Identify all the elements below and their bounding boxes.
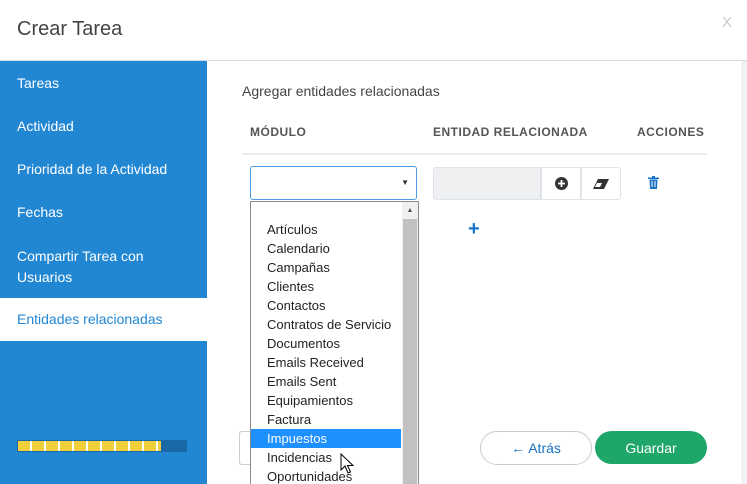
sidebar-item-fechas[interactable]: Fechas bbox=[0, 202, 207, 223]
section-title: Agregar entidades relacionadas bbox=[242, 83, 440, 99]
mouse-pointer-icon bbox=[340, 453, 354, 474]
plus-circle-icon bbox=[554, 177, 568, 190]
dropdown-option[interactable]: Equipamientos bbox=[251, 391, 401, 410]
module-dropdown-list[interactable]: Artículos Calendario Campañas Clientes C… bbox=[250, 201, 419, 484]
dropdown-option[interactable]: Clientes bbox=[251, 277, 401, 296]
dropdown-scrollbar[interactable]: ▲ bbox=[402, 202, 418, 484]
sidebar-item-tareas[interactable]: Tareas bbox=[0, 73, 207, 94]
save-button[interactable]: Guardar bbox=[595, 431, 707, 464]
dropdown-option-highlighted[interactable]: Impuestos bbox=[251, 429, 401, 448]
sidebar-item-compartir[interactable]: Compartir Tarea con Usuarios bbox=[0, 246, 207, 288]
progress-bar bbox=[17, 440, 187, 452]
eraser-icon bbox=[593, 178, 609, 189]
dropdown-option[interactable]: Calendario bbox=[251, 239, 401, 258]
related-entity-field[interactable] bbox=[433, 167, 541, 200]
dropdown-option-empty[interactable] bbox=[251, 202, 401, 221]
modal-title: Crear Tarea bbox=[17, 18, 123, 40]
clear-entity-button[interactable] bbox=[581, 167, 621, 200]
plus-icon[interactable]: + bbox=[468, 219, 480, 239]
column-header-modulo: MÓDULO bbox=[250, 125, 307, 139]
modal-header: Crear Tarea X bbox=[0, 0, 747, 61]
dropdown-option[interactable]: Artículos bbox=[251, 220, 401, 239]
dropdown-option[interactable]: Campañas bbox=[251, 258, 401, 277]
caret-down-icon: ▼ bbox=[401, 178, 409, 187]
dropdown-option[interactable]: Contratos de Servicio bbox=[251, 315, 401, 334]
dropdown-option[interactable]: Incidencias bbox=[251, 448, 401, 467]
dropdown-option[interactable]: Emails Sent bbox=[251, 372, 401, 391]
sidebar: Tareas Actividad Prioridad de la Activid… bbox=[0, 61, 207, 484]
progress-bar-fill bbox=[18, 441, 161, 451]
dropdown-option[interactable]: Oportunidades bbox=[251, 467, 401, 484]
back-button[interactable]: ← Atrás bbox=[480, 431, 592, 465]
header-divider bbox=[242, 153, 707, 155]
scroll-up-icon[interactable]: ▲ bbox=[402, 204, 418, 218]
close-icon[interactable]: X bbox=[722, 14, 732, 31]
column-header-acciones: ACCIONES bbox=[637, 125, 705, 139]
sidebar-item-prioridad[interactable]: Prioridad de la Actividad bbox=[0, 159, 207, 180]
module-select[interactable]: ▼ bbox=[250, 166, 417, 200]
add-related-entity-button[interactable] bbox=[541, 167, 581, 200]
trash-icon[interactable] bbox=[648, 176, 659, 189]
dropdown-option[interactable]: Emails Received bbox=[251, 353, 401, 372]
dropdown-option[interactable]: Factura bbox=[251, 410, 401, 429]
column-header-entidad: ENTIDAD RELACIONADA bbox=[433, 125, 588, 139]
sidebar-item-actividad[interactable]: Actividad bbox=[0, 116, 207, 137]
sidebar-item-entidades[interactable]: Entidades relacionadas bbox=[0, 298, 207, 341]
scroll-edge bbox=[741, 61, 747, 484]
dropdown-option[interactable]: Documentos bbox=[251, 334, 401, 353]
scrollbar-thumb[interactable] bbox=[403, 219, 417, 484]
dropdown-option[interactable]: Contactos bbox=[251, 296, 401, 315]
